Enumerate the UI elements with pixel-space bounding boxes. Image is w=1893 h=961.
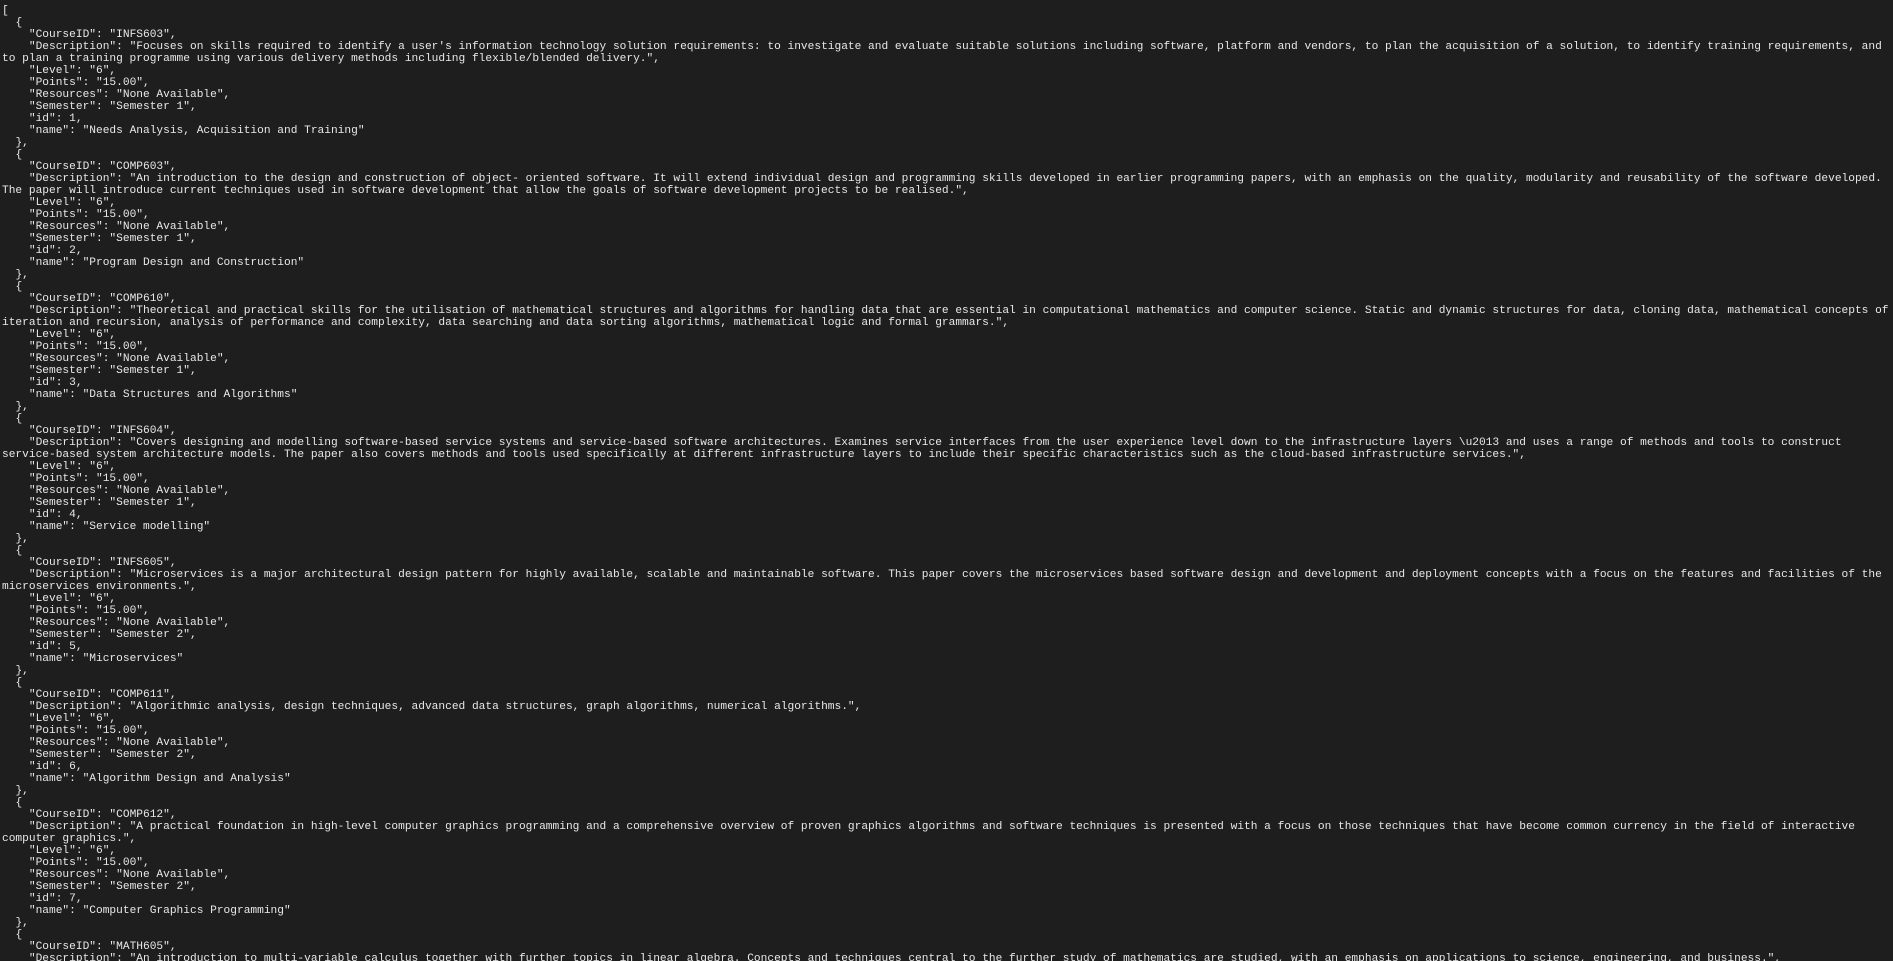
- json-line: {: [2, 281, 23, 293]
- json-line: "Level": "6",: [2, 329, 117, 341]
- json-line: "Resources": "None Available",: [2, 353, 231, 365]
- json-line: "id": 6,: [2, 761, 83, 773]
- json-text: [ { "CourseID": "INFS603", "Description"…: [2, 5, 1893, 961]
- json-line: "Description": "Theoretical and practica…: [2, 305, 1889, 329]
- json-line: {: [2, 413, 23, 425]
- json-line: {: [2, 545, 23, 557]
- json-line: "Points": "15.00",: [2, 857, 150, 869]
- json-line: "id": 4,: [2, 509, 83, 521]
- json-line: "CourseID": "INFS604",: [2, 425, 177, 437]
- json-line: },: [2, 665, 29, 677]
- json-line: "Resources": "None Available",: [2, 89, 231, 101]
- json-line: "Description": "An introduction to multi…: [2, 953, 1782, 961]
- json-line: "Semester": "Semester 2",: [2, 881, 197, 893]
- json-line: "id": 1,: [2, 113, 83, 125]
- json-line: "name": "Computer Graphics Programming": [2, 905, 291, 917]
- json-line: "CourseID": "COMP612",: [2, 809, 177, 821]
- json-line: "Level": "6",: [2, 65, 117, 77]
- json-line: {: [2, 797, 23, 809]
- json-line: },: [2, 785, 29, 797]
- json-line: "Semester": "Semester 2",: [2, 629, 197, 641]
- json-line: "name": "Algorithm Design and Analysis": [2, 773, 291, 785]
- json-line: "Points": "15.00",: [2, 473, 150, 485]
- json-line: "id": 3,: [2, 377, 83, 389]
- json-line: },: [2, 401, 29, 413]
- json-line: "name": "Program Design and Construction…: [2, 257, 305, 269]
- json-line: {: [2, 17, 23, 29]
- json-line: },: [2, 533, 29, 545]
- json-line: "Resources": "None Available",: [2, 485, 231, 497]
- json-line: "Resources": "None Available",: [2, 737, 231, 749]
- json-line: "Points": "15.00",: [2, 725, 150, 737]
- json-line: {: [2, 149, 23, 161]
- json-line: {: [2, 929, 23, 941]
- json-line: "CourseID": "COMP611",: [2, 689, 177, 701]
- json-line: "name": "Data Structures and Algorithms": [2, 389, 298, 401]
- json-line: "Description": "Algorithmic analysis, de…: [2, 701, 862, 713]
- json-line: "id": 2,: [2, 245, 83, 257]
- json-line: "CourseID": "INFS603",: [2, 29, 177, 41]
- json-line: "Resources": "None Available",: [2, 221, 231, 233]
- json-line: "Points": "15.00",: [2, 209, 150, 221]
- json-line: [: [2, 5, 9, 17]
- json-line: "Semester": "Semester 1",: [2, 233, 197, 245]
- json-line: },: [2, 917, 29, 929]
- json-line: "Resources": "None Available",: [2, 869, 231, 881]
- json-line: "id": 7,: [2, 893, 83, 905]
- json-line: "Semester": "Semester 1",: [2, 497, 197, 509]
- json-line: "Semester": "Semester 1",: [2, 365, 197, 377]
- json-line: "Resources": "None Available",: [2, 617, 231, 629]
- json-line: "CourseID": "MATH605",: [2, 941, 177, 953]
- json-line: "Level": "6",: [2, 845, 117, 857]
- json-line: "CourseID": "COMP603",: [2, 161, 177, 173]
- json-line: "Points": "15.00",: [2, 605, 150, 617]
- json-line: "name": "Microservices": [2, 653, 184, 665]
- json-viewer[interactable]: [ { "CourseID": "INFS603", "Description"…: [0, 0, 1893, 961]
- json-line: "Description": "An introduction to the d…: [2, 173, 1889, 197]
- json-line: "Semester": "Semester 1",: [2, 101, 197, 113]
- json-line: "name": "Needs Analysis, Acquisition and…: [2, 125, 365, 137]
- json-line: "Level": "6",: [2, 593, 117, 605]
- json-line: },: [2, 269, 29, 281]
- json-line: "Level": "6",: [2, 461, 117, 473]
- json-line: {: [2, 677, 23, 689]
- json-line: "Points": "15.00",: [2, 341, 150, 353]
- json-line: "name": "Service modelling": [2, 521, 211, 533]
- json-line: "Description": "Focuses on skills requir…: [2, 41, 1889, 65]
- json-line: "Description": "A practical foundation i…: [2, 821, 1862, 845]
- json-line: "CourseID": "INFS605",: [2, 557, 177, 569]
- json-line: "Points": "15.00",: [2, 77, 150, 89]
- json-line: "Description": "Microservices is a major…: [2, 569, 1889, 593]
- json-line: "Semester": "Semester 2",: [2, 749, 197, 761]
- json-line: "CourseID": "COMP610",: [2, 293, 177, 305]
- json-line: "Level": "6",: [2, 197, 117, 209]
- json-line: },: [2, 137, 29, 149]
- json-line: "id": 5,: [2, 641, 83, 653]
- json-line: "Level": "6",: [2, 713, 117, 725]
- json-line: "Description": "Covers designing and mod…: [2, 437, 1849, 461]
